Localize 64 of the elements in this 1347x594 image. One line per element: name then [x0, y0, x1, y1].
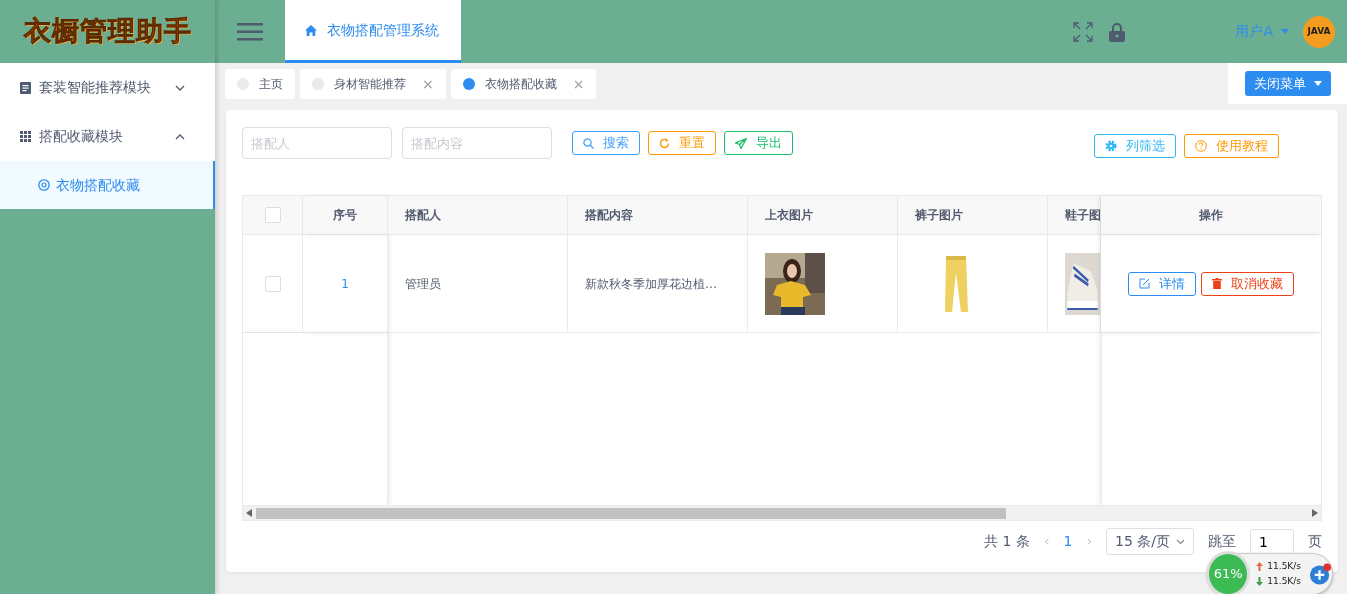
usage-gauge: 61% — [1206, 551, 1251, 594]
sidebar-item[interactable]: 套装智能推荐模块 — [0, 63, 215, 112]
download-speed: 11.5K/s — [1267, 575, 1301, 588]
palette-icon — [38, 179, 50, 191]
column-filter-button[interactable]: 列筛选 — [1094, 134, 1176, 158]
trash-icon — [1212, 278, 1222, 289]
download-icon — [1256, 577, 1264, 586]
page-unit: 页 — [1308, 532, 1322, 551]
column-header: 操作 — [1101, 196, 1321, 235]
table-cell-text: 管理员 — [405, 275, 441, 293]
scroll-right-icon[interactable] — [1312, 509, 1318, 517]
scrollbar-thumb[interactable] — [256, 507, 1006, 519]
app-logo: 衣橱管理助手 — [23, 14, 192, 49]
upload-speed: 11.5K/s — [1267, 560, 1301, 573]
home-icon — [305, 24, 317, 36]
add-icon[interactable] — [1309, 562, 1332, 586]
document-icon — [20, 81, 31, 94]
total-count: 共 1 条 — [984, 532, 1030, 551]
fullscreen-icon[interactable] — [1073, 21, 1094, 42]
page-tab[interactable]: 主页 — [225, 69, 295, 99]
detail-button[interactable]: 详情 — [1128, 271, 1196, 296]
send-icon — [735, 137, 747, 149]
menu-icon[interactable] — [237, 22, 263, 41]
page-tab[interactable]: 衣物搭配收藏 × — [450, 69, 597, 99]
caret-icon — [1313, 81, 1322, 86]
avatar[interactable]: JAVA — [1303, 15, 1335, 48]
column-header: 上衣图片 — [748, 196, 898, 235]
checkbox[interactable] — [264, 275, 281, 292]
refresh-icon — [659, 137, 670, 149]
page-input[interactable]: 1 — [1250, 528, 1294, 555]
help-icon — [1195, 140, 1207, 152]
search-icon — [583, 137, 594, 149]
lock-icon[interactable] — [1109, 21, 1126, 42]
page-tab[interactable]: 身材智能推荐 × — [300, 69, 446, 99]
page-size-select[interactable]: 15 条/页 — [1106, 528, 1194, 555]
edit-icon — [1139, 278, 1150, 289]
close-menu-button[interactable]: 关闭菜单 — [1244, 70, 1331, 97]
export-button[interactable]: 导出 — [724, 131, 793, 155]
settings-icon — [1105, 140, 1117, 152]
tutorial-button[interactable]: 使用教程 — [1184, 134, 1279, 158]
caret-icon — [1281, 29, 1289, 34]
header-tab[interactable]: 衣物搭配管理系统 — [285, 0, 461, 63]
page-number[interactable]: 1 — [1063, 531, 1073, 552]
column-header: 序号 — [303, 196, 388, 235]
grid-icon — [20, 131, 31, 142]
chevron-down-icon — [1176, 538, 1185, 545]
search-button[interactable]: 搜索 — [572, 131, 640, 155]
column-header: 裤子图片 — [898, 196, 1048, 235]
table-cell-text: 新款秋冬季加厚花边植… — [585, 275, 717, 293]
scroll-left-icon[interactable] — [246, 509, 252, 517]
unfavorite-button[interactable]: 取消收藏 — [1201, 271, 1294, 296]
column-header: 鞋子图 — [1048, 196, 1101, 235]
column-header: 搭配人 — [388, 196, 568, 235]
upload-icon — [1256, 562, 1264, 571]
close-icon[interactable]: × — [572, 73, 585, 95]
table-cell-text: 1 — [341, 275, 349, 293]
checkbox[interactable] — [264, 207, 281, 223]
jump-label: 跳至 — [1208, 532, 1236, 551]
reset-button[interactable]: 重置 — [648, 131, 716, 155]
sidebar-subitem[interactable]: 衣物搭配收藏 — [0, 161, 215, 209]
column-header: 搭配内容 — [568, 196, 748, 235]
network-monitor[interactable]: 61% 11.5K/s 11.5K/s — [1207, 553, 1333, 594]
sidebar-item[interactable]: 搭配收藏模块 — [0, 112, 215, 161]
close-icon[interactable]: × — [422, 73, 434, 95]
